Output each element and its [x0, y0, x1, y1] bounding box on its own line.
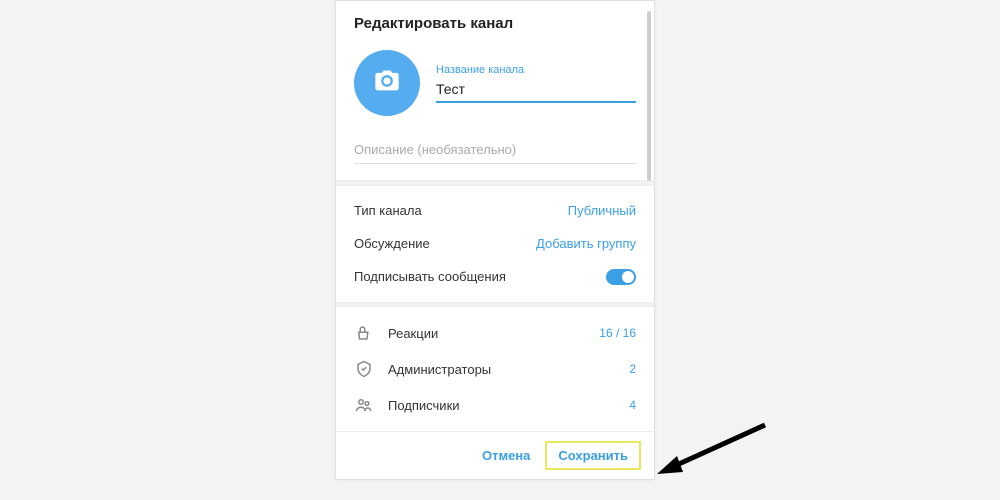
cancel-button[interactable]: Отмена — [470, 442, 542, 469]
reactions-label: Реакции — [388, 326, 585, 341]
description-input[interactable] — [354, 136, 636, 164]
channel-type-value: Публичный — [568, 203, 636, 218]
sign-messages-row: Подписывать сообщения — [336, 260, 654, 294]
reactions-count: 16 / 16 — [599, 326, 636, 340]
channel-name-field: Название канала — [436, 64, 636, 103]
subscribers-count: 4 — [629, 398, 636, 412]
discussion-row[interactable]: Обсуждение Добавить группу — [336, 227, 654, 260]
edit-channel-dialog: Редактировать канал Название канала Тип … — [335, 0, 655, 480]
reactions-icon — [354, 323, 374, 343]
discussion-value: Добавить группу — [536, 236, 636, 251]
camera-icon — [373, 67, 401, 100]
annotation-arrow-icon — [655, 420, 775, 480]
dialog-footer: Отмена Сохранить — [336, 431, 654, 479]
admins-icon — [354, 359, 374, 379]
channel-name-input[interactable] — [436, 78, 636, 103]
scrollbar[interactable] — [647, 11, 651, 181]
channel-type-label: Тип канала — [354, 203, 422, 218]
subscribers-icon — [354, 395, 374, 415]
dialog-title: Редактировать канал — [354, 15, 636, 32]
discussion-label: Обсуждение — [354, 236, 430, 251]
viewport: Редактировать канал Название канала Тип … — [0, 0, 1000, 500]
subscribers-row[interactable]: Подписчики 4 — [336, 387, 654, 423]
settings-section: Тип канала Публичный Обсуждение Добавить… — [336, 186, 654, 302]
channel-avatar-button[interactable] — [354, 50, 420, 116]
channel-name-label: Название канала — [436, 64, 636, 76]
reactions-row[interactable]: Реакции 16 / 16 — [336, 315, 654, 351]
subscribers-label: Подписчики — [388, 398, 615, 413]
channel-name-row: Название канала — [336, 42, 654, 136]
channel-type-row[interactable]: Тип канала Публичный — [336, 194, 654, 227]
description-row — [336, 136, 654, 180]
management-section: Реакции 16 / 16 Администраторы 2 Подписч… — [336, 307, 654, 431]
admins-row[interactable]: Администраторы 2 — [336, 351, 654, 387]
admins-count: 2 — [629, 362, 636, 376]
sign-messages-toggle[interactable] — [606, 269, 636, 285]
dialog-header: Редактировать канал — [336, 1, 654, 42]
sign-messages-label: Подписывать сообщения — [354, 269, 506, 284]
save-button[interactable]: Сохранить — [546, 442, 640, 469]
admins-label: Администраторы — [388, 362, 615, 377]
